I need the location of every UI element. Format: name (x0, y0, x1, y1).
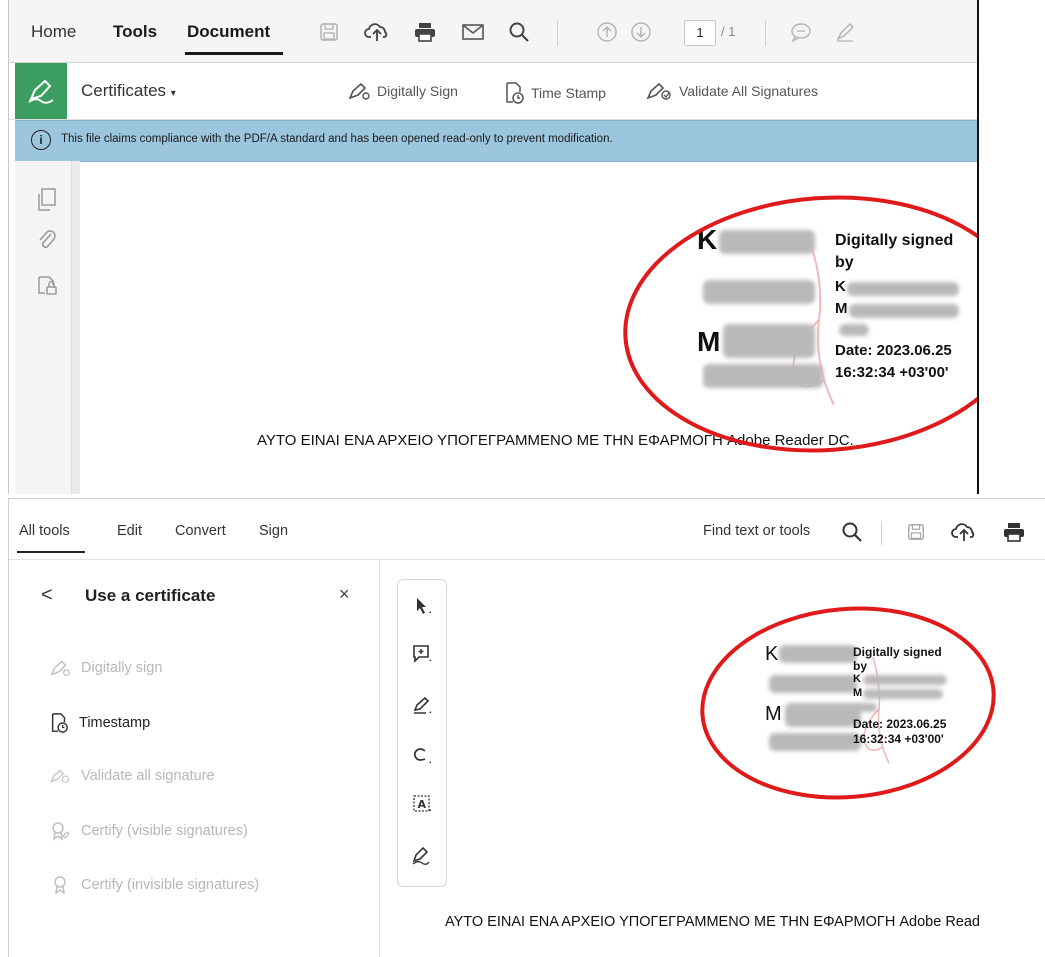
document-body-text: ΑΥΤΟ ΕΙΝΑΙ ΕΝΑ ΑΡΧΕΙΟ ΥΠΟΓΕΓΡΑΜΜΕΝΟ ΜΕ Τ… (445, 914, 980, 930)
toolbar-separator (881, 521, 882, 545)
menu-bar: Home Tools Document 1 / 1 (9, 0, 977, 63)
print-icon[interactable] (1001, 519, 1027, 545)
save-icon[interactable] (903, 519, 929, 545)
use-a-certificate-panel: < Use a certificate × Digitally sign Tim… (9, 560, 380, 957)
red-annotation-ellipse (700, 606, 996, 800)
draw-pen-icon[interactable] (408, 692, 436, 720)
close-icon[interactable]: × (339, 584, 350, 605)
panel-item-validate-all-signature[interactable]: Validate all signature (49, 766, 215, 786)
toolbar-separator (765, 20, 766, 46)
active-tab-indicator (17, 551, 85, 553)
tab-all-tools[interactable]: All tools (19, 523, 70, 539)
highlight-pen-icon[interactable] (831, 18, 859, 46)
certify-invisible-icon (54, 876, 66, 895)
validate-signature-icon (646, 82, 671, 100)
validate-signature-icon (50, 769, 70, 783)
acrobat-window-classic: Home Tools Document 1 / 1 Certificates ▾… (8, 0, 979, 494)
upload-cloud-icon[interactable] (363, 18, 391, 46)
top-screenshot: Home Tools Document 1 / 1 Certificates ▾… (0, 0, 1045, 494)
back-chevron-icon[interactable]: < (41, 584, 53, 607)
find-text-or-tools[interactable]: Find text or tools (703, 523, 810, 539)
tab-sign[interactable]: Sign (259, 523, 288, 539)
time-stamp-button[interactable]: Time Stamp (503, 81, 606, 105)
active-tab-indicator (185, 52, 283, 55)
info-icon: i (31, 130, 51, 150)
digitally-sign-button[interactable]: Digitally Sign (347, 81, 458, 101)
red-annotation-ellipse (623, 195, 979, 453)
panel-item-certify-invisible[interactable]: Certify (invisible signatures) (49, 874, 259, 896)
certificates-toolbar: Certificates ▾ Digitally Sign Time Stamp… (9, 63, 977, 120)
pdfa-info-bar: i This file claims compliance with the P… (15, 120, 977, 162)
certificates-tool-tile[interactable] (15, 63, 67, 119)
window-border-line (977, 0, 979, 494)
email-icon[interactable] (459, 18, 487, 46)
freeform-lasso-icon[interactable] (408, 742, 436, 770)
tab-convert[interactable]: Convert (175, 523, 226, 539)
quick-tools-bar: A (397, 579, 447, 887)
sign-pen-icon[interactable] (408, 842, 436, 870)
search-icon[interactable] (839, 519, 865, 545)
sign-pen-icon (50, 660, 70, 676)
tab-tools[interactable]: Tools (113, 22, 157, 42)
select-cursor-icon[interactable] (408, 592, 436, 620)
next-page-icon[interactable] (627, 18, 655, 46)
page-number-input[interactable]: 1 (684, 20, 716, 46)
toolbar-separator (557, 20, 558, 46)
save-icon[interactable] (315, 18, 343, 46)
tab-home[interactable]: Home (31, 22, 76, 42)
attachment-icon[interactable] (35, 227, 61, 253)
svg-text:A: A (418, 798, 427, 811)
page-total: / 1 (721, 24, 736, 39)
sign-pen-icon (28, 79, 54, 104)
comment-icon[interactable] (787, 18, 815, 46)
certify-visible-icon (52, 822, 70, 841)
left-navigation-rail (15, 161, 71, 494)
validate-all-signatures-button[interactable]: Validate All Signatures (645, 81, 818, 101)
certificates-dropdown[interactable]: Certificates ▾ (81, 81, 176, 101)
chevron-down-icon: ▾ (170, 88, 176, 99)
upload-cloud-icon[interactable] (951, 519, 977, 545)
search-icon[interactable] (505, 18, 533, 46)
add-comment-icon[interactable] (408, 640, 436, 668)
text-box-icon[interactable]: A (408, 790, 436, 818)
tab-document[interactable]: Document (187, 22, 270, 42)
panel-item-certify-visible[interactable]: Certify (visible signatures) (49, 820, 248, 842)
page-thumbnails-icon[interactable] (35, 187, 61, 213)
previous-page-icon[interactable] (593, 18, 621, 46)
tab-edit[interactable]: Edit (117, 523, 142, 539)
pdfa-info-text: This file claims compliance with the PDF… (61, 133, 613, 145)
sign-pen-icon (348, 82, 370, 100)
print-icon[interactable] (411, 18, 439, 46)
menu-bar: All tools Edit Convert Sign Find text or… (9, 499, 1045, 560)
panel-item-timestamp[interactable]: Timestamp (49, 712, 150, 734)
panel-item-digitally-sign[interactable]: Digitally sign (49, 658, 162, 678)
rail-divider (71, 161, 80, 494)
panel-title: Use a certificate (85, 586, 216, 605)
timestamp-icon (506, 82, 524, 104)
bottom-screenshot: All tools Edit Convert Sign Find text or… (8, 498, 1045, 957)
timestamp-icon (51, 713, 68, 733)
signature-panel-icon[interactable] (35, 271, 61, 297)
